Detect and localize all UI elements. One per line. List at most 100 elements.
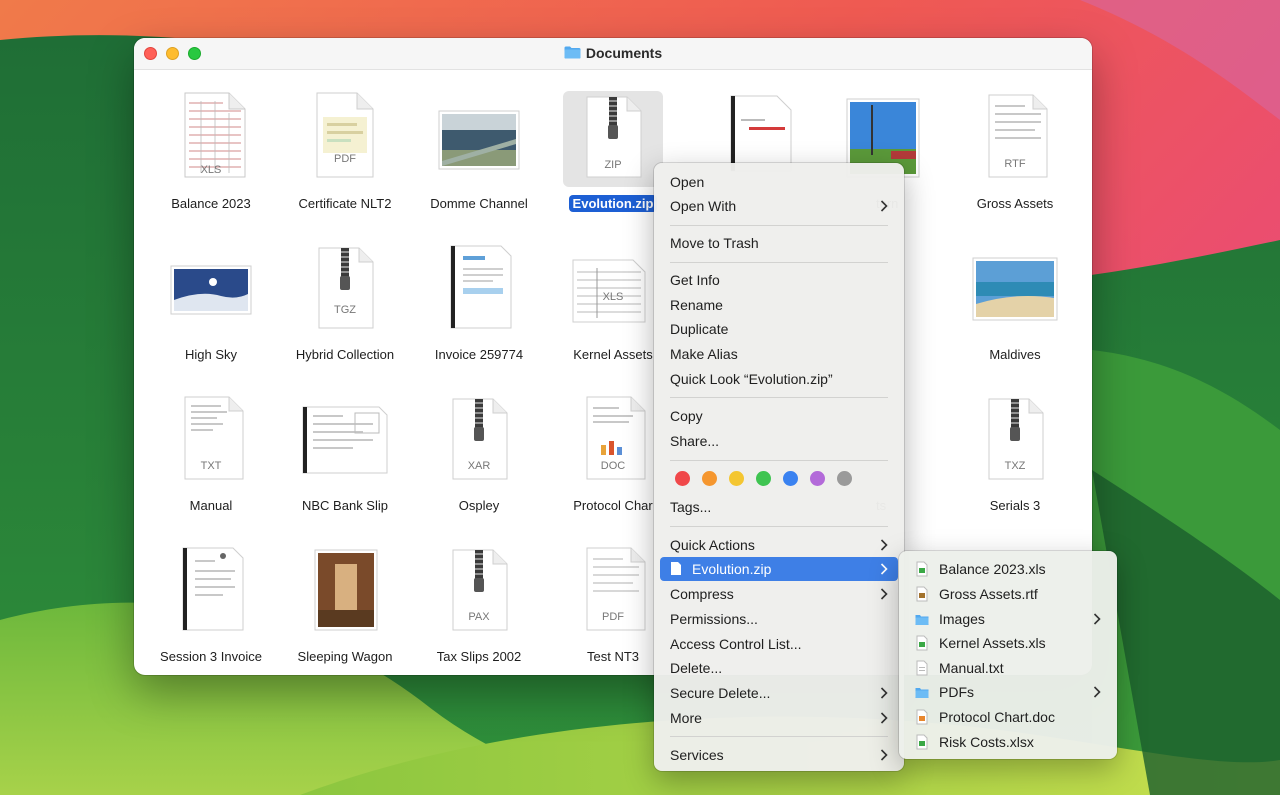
photo-thumbnail-icon — [170, 265, 252, 315]
photo-thumbnail-icon — [438, 110, 520, 170]
file-item-gross-assets[interactable]: RTF Gross Assets — [950, 83, 1080, 223]
chevron-right-icon — [1093, 607, 1101, 631]
menu-item-share[interactable]: Share... — [660, 429, 898, 453]
menu-item-copy[interactable]: Copy — [660, 404, 898, 428]
menu-item-duplicate[interactable]: Duplicate — [660, 317, 898, 341]
menu-separator — [670, 225, 888, 226]
menu-item-move-to-trash[interactable]: Move to Trash — [660, 231, 898, 255]
file-item-manual[interactable]: TXT Manual — [146, 385, 276, 525]
submenu-item-images[interactable]: Images — [905, 607, 1111, 631]
submenu-item-risk-costs-xlsx[interactable]: Risk Costs.xlsx — [905, 730, 1111, 754]
file-item-high-sky[interactable]: High Sky — [146, 234, 276, 374]
text-document-icon — [184, 396, 244, 480]
submenu-item-gross-assets-rtf[interactable]: Gross Assets.rtf — [905, 582, 1111, 606]
file-item-hybrid-collection[interactable]: TGZ Hybrid Collection — [280, 234, 410, 374]
file-item-serials-3[interactable]: TXZ Serials 3 — [950, 385, 1080, 525]
file-name: Balance 2023 — [171, 196, 251, 211]
menu-item-quick-actions[interactable]: Quick Actions — [660, 533, 898, 557]
zip-archive-icon — [452, 398, 508, 480]
chevron-right-icon — [880, 706, 888, 730]
file-item-balance-2023[interactable]: Balance 2023 XLS — [146, 83, 276, 223]
menu-item-tags[interactable]: Tags... — [660, 495, 898, 519]
zip-archive-icon — [586, 96, 642, 178]
chevron-right-icon — [880, 557, 888, 581]
file-item-invoice-259774[interactable]: Invoice 259774 — [414, 234, 544, 374]
menu-item-compress[interactable]: Compress — [660, 582, 898, 606]
txt-file-icon — [916, 660, 928, 676]
menu-item-delete[interactable]: Delete... — [660, 656, 898, 680]
submenu-item-kernel-assets-xls[interactable]: Kernel Assets.xls — [905, 631, 1111, 655]
tag-color-purple[interactable] — [810, 471, 825, 486]
file-item-sleeping-wagon[interactable]: Sleeping Wagon — [280, 536, 410, 675]
file-type-label: XLS — [602, 291, 624, 303]
tag-color-gray[interactable] — [837, 471, 852, 486]
file-item-domme-channel[interactable]: Domme Channel — [414, 83, 544, 223]
chevron-right-icon — [1093, 680, 1101, 704]
menu-item-quick-look[interactable]: Quick Look “Evolution.zip” — [660, 367, 898, 391]
menu-item-more[interactable]: More — [660, 706, 898, 730]
menu-item-open-with[interactable]: Open With — [660, 194, 898, 218]
menu-item-open[interactable]: Open — [660, 170, 898, 194]
file-item-maldives[interactable]: Maldives — [950, 234, 1080, 374]
chevron-right-icon — [880, 582, 888, 606]
window-title-text: Documents — [585, 45, 663, 61]
file-type-label: PAX — [468, 611, 490, 623]
menu-item-services[interactable]: Services — [660, 743, 898, 767]
file-type-label: TXT — [200, 460, 222, 472]
tag-color-orange[interactable] — [702, 471, 717, 486]
menu-item-secure-delete[interactable]: Secure Delete... — [660, 681, 898, 705]
file-name: Ospley — [458, 498, 500, 513]
menu-item-permissions[interactable]: Permissions... — [660, 607, 898, 631]
spreadsheet-icon — [572, 259, 646, 323]
zip-archive-icon — [318, 247, 374, 329]
pdf-document-icon — [316, 92, 374, 178]
tag-color-blue[interactable] — [783, 471, 798, 486]
chevron-right-icon — [880, 681, 888, 705]
context-menu: Open Open With Move to Trash Get Info Re… — [654, 163, 904, 771]
xlsx-file-icon — [916, 734, 928, 750]
document-icon — [182, 547, 244, 631]
submenu-item-pdfs[interactable]: PDFs — [905, 680, 1111, 704]
zip-archive-icon — [988, 398, 1044, 480]
menu-item-access-control-list[interactable]: Access Control List... — [660, 632, 898, 656]
zip-archive-icon — [452, 549, 508, 631]
file-type-label: PDF — [334, 153, 356, 165]
menu-separator — [670, 526, 888, 527]
file-name: High Sky — [184, 347, 238, 362]
file-type-label: XLS — [200, 164, 222, 176]
file-type-label: TGZ — [334, 304, 356, 316]
file-item-certificate-nlt2[interactable]: Certificate NLT2 PDF — [280, 83, 410, 223]
archive-contents-submenu: Balance 2023.xls Gross Assets.rtf Images… — [899, 551, 1117, 759]
title-bar[interactable]: Documents — [134, 38, 1092, 70]
file-name: Manual — [189, 498, 233, 513]
rtf-document-icon — [988, 94, 1048, 178]
chevron-right-icon — [880, 743, 888, 767]
file-name: Gross Assets — [976, 196, 1054, 211]
file-type-label: ZIP — [604, 159, 622, 171]
file-type-label: PDF — [602, 611, 624, 623]
file-item-tax-slips-2002[interactable]: PAX Tax Slips 2002 — [414, 536, 544, 675]
submenu-item-protocol-chart-doc[interactable]: Protocol Chart.doc — [905, 705, 1111, 729]
menu-item-rename[interactable]: Rename — [660, 293, 898, 317]
doc-file-icon — [916, 709, 928, 725]
file-name: Tax Slips 2002 — [436, 649, 522, 664]
menu-item-get-info[interactable]: Get Info — [660, 268, 898, 292]
tag-color-red[interactable] — [675, 471, 690, 486]
menu-item-make-alias[interactable]: Make Alias — [660, 342, 898, 366]
file-item-session-3-invoice[interactable]: Session 3 Invoice — [146, 536, 276, 675]
file-name: Certificate NLT2 — [298, 196, 392, 211]
submenu-item-manual-txt[interactable]: Manual.txt — [905, 656, 1111, 680]
document-icon — [302, 406, 388, 474]
submenu-item-balance-2023-xls[interactable]: Balance 2023.xls — [905, 557, 1111, 581]
doc-document-icon — [586, 396, 646, 480]
file-item-nbc-bank-slip[interactable]: NBC Bank Slip — [280, 385, 410, 525]
file-name: Sleeping Wagon — [297, 649, 393, 664]
file-name: Domme Channel — [430, 196, 528, 211]
tag-color-yellow[interactable] — [729, 471, 744, 486]
window-title: Documents — [134, 45, 1092, 61]
tag-color-green[interactable] — [756, 471, 771, 486]
xls-file-icon — [916, 635, 928, 651]
file-item-ospley[interactable]: XAR Ospley — [414, 385, 544, 525]
file-type-label: DOC — [600, 460, 626, 472]
menu-item-evolution-zip[interactable]: Evolution.zip — [660, 557, 898, 581]
